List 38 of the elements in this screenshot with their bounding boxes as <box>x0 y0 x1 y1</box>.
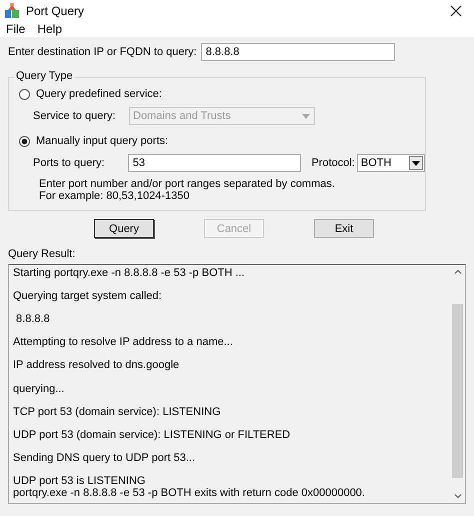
result-line: Sending DNS query to UDP port 53... <box>13 452 196 464</box>
result-line: 8.8.8.8 <box>15 313 51 326</box>
close-icon[interactable] <box>450 4 462 16</box>
result-line: TCP port 53 (domain service): LISTENING <box>13 406 222 418</box>
scroll-down-icon[interactable] <box>454 494 462 499</box>
ports-field[interactable]: 53 <box>128 154 302 172</box>
scroll-up-icon[interactable] <box>454 269 462 274</box>
result-line: UDP port 53 is LISTENING <box>13 474 146 487</box>
result-line: Starting portqry.exe -n 8.8.8.8 -e 53 -p BOTH ... <box>13 267 246 279</box>
scroll-thumb[interactable] <box>452 304 463 478</box>
service-label: Service to query: <box>33 110 117 122</box>
dialog-button[interactable]: Exit <box>314 219 374 238</box>
radio-button[interactable] <box>19 88 30 100</box>
radio-button[interactable] <box>19 136 30 146</box>
result-line: Querying target system called: <box>13 290 163 302</box>
result-line: IP address resolved to dns.google <box>13 359 180 372</box>
dropdown-arrow-icon <box>412 160 420 166</box>
protocol-label: Protocol: <box>311 157 355 169</box>
result-label: Query Result: <box>8 248 76 260</box>
window-title: Port Query <box>26 4 86 18</box>
destination-label: Enter destination IP or FQDN to query: <box>8 46 197 58</box>
result-line: portqry.exe -n 8.8.8.8 -e 53 -p BOTH exits with return code 0x00000000. <box>13 486 366 499</box>
dropdown-arrow-icon <box>302 114 310 118</box>
hint-text: For example: 80,53,1024-1350 <box>39 190 190 202</box>
radio-label: Manually input query ports: <box>36 135 168 147</box>
group-title: Query Type <box>14 70 75 82</box>
result-line: UDP port 53 (domain service): LISTENING or FILTERED <box>13 428 292 441</box>
result-line: Attempting to resolve IP address to a name... <box>13 336 234 348</box>
menu-item[interactable]: File <box>6 22 26 36</box>
menu-item[interactable]: Help <box>37 22 62 36</box>
destination-field[interactable]: 8.8.8.8 <box>200 43 395 61</box>
protocol-dropdown[interactable]: BOTH <box>356 154 425 172</box>
radio-label: Query predefined service: <box>36 88 162 100</box>
dialog-button[interactable]: Query <box>94 219 154 238</box>
ports-label: Ports to query: <box>33 157 106 169</box>
app-icon <box>4 2 20 18</box>
hint-text: Enter port number and/or port ranges separated by commas. <box>39 178 336 190</box>
result-line: querying... <box>13 382 66 395</box>
